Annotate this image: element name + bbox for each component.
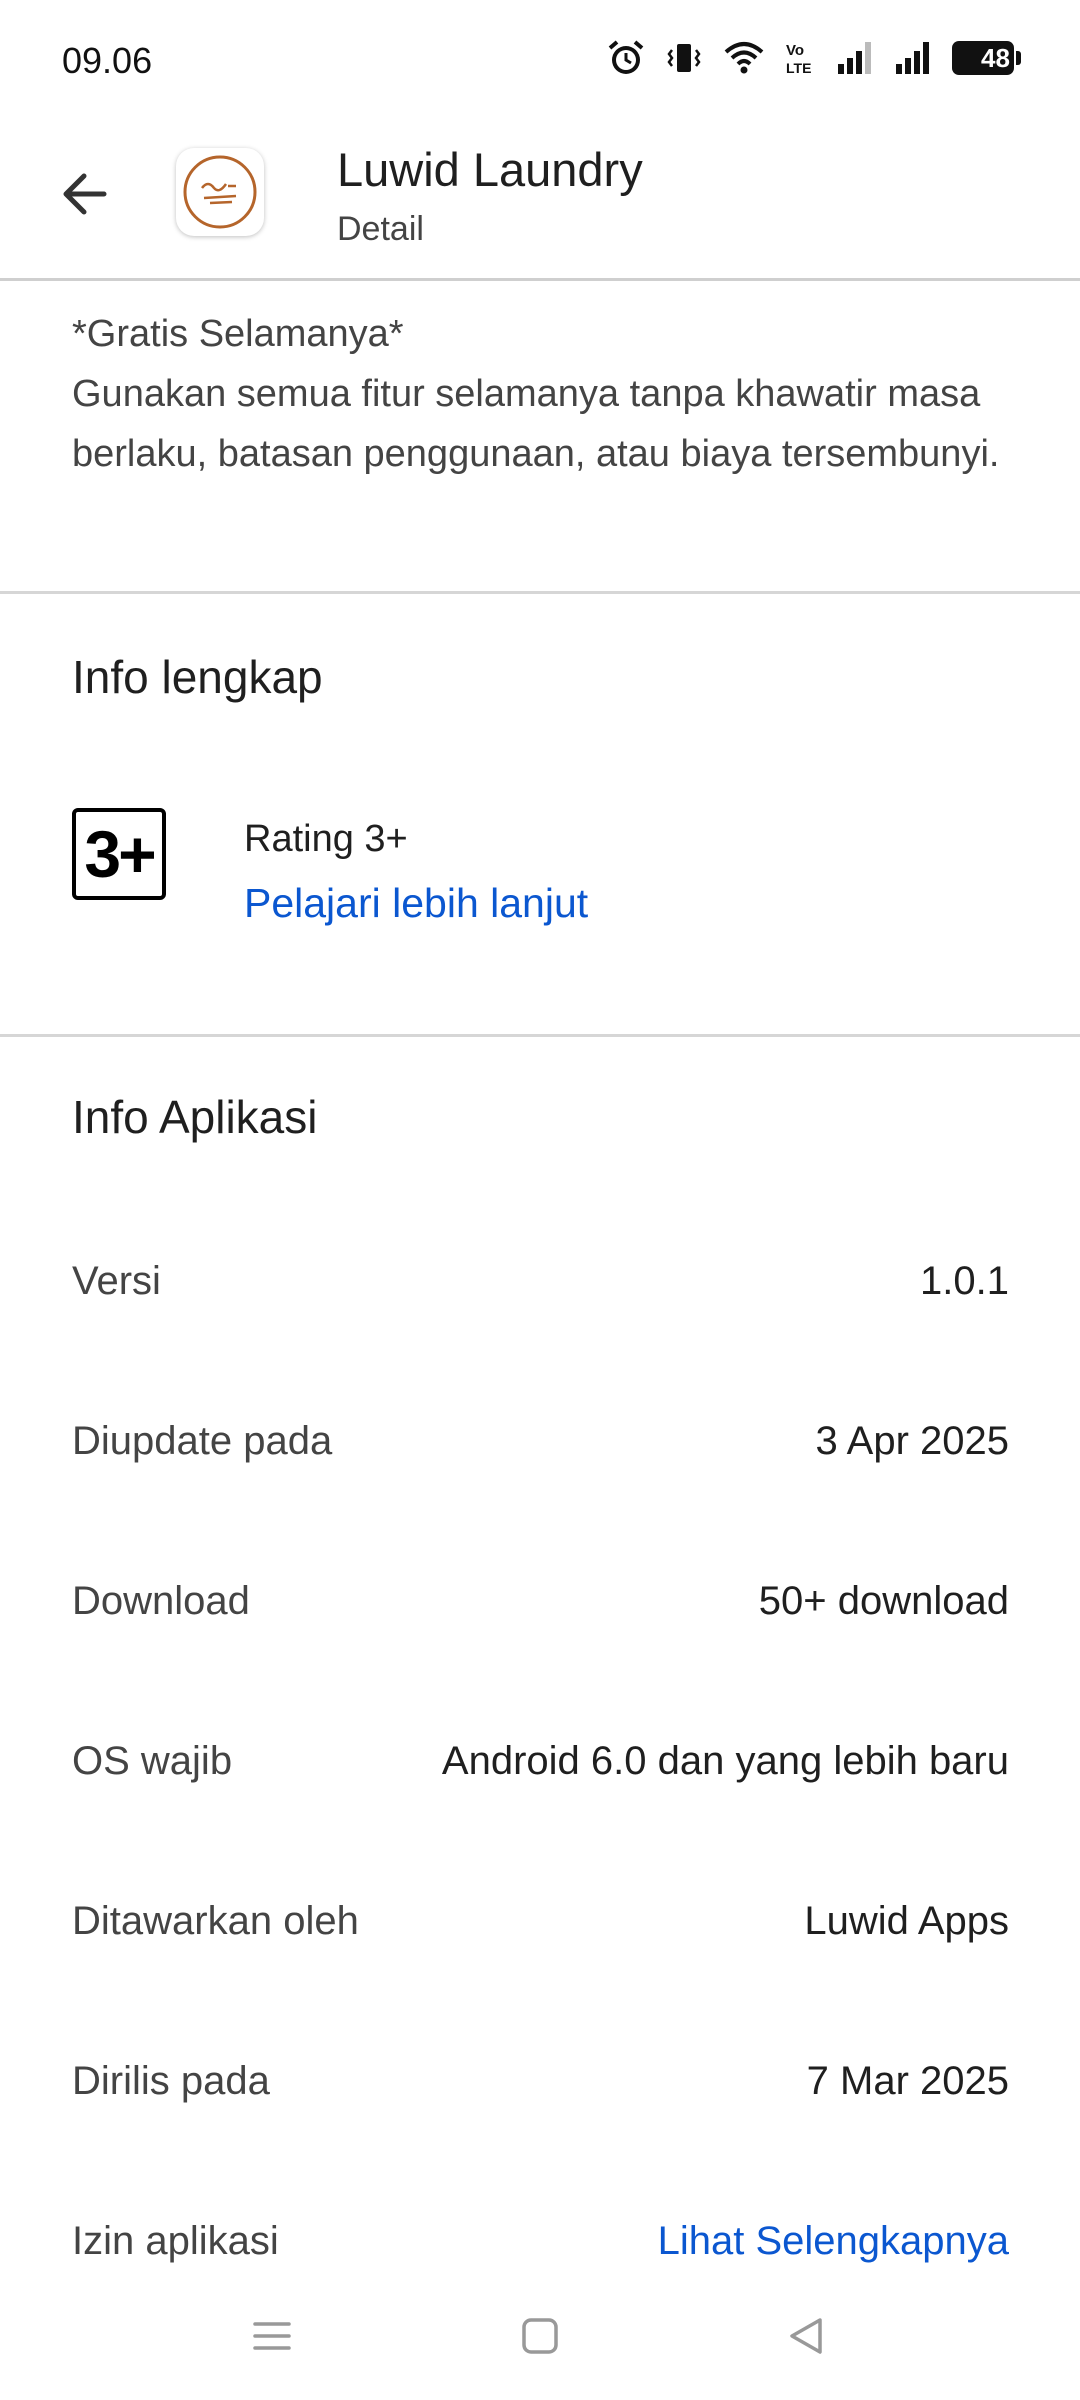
info-row-offered-by: Ditawarkan oleh Luwid Apps [72, 1891, 1009, 1951]
info-label: Versi [72, 1258, 161, 1303]
back-nav-button[interactable] [776, 2308, 836, 2364]
app-description: *Gratis Selamanya* Gunakan semua fitur s… [72, 304, 1032, 484]
signal-icon [894, 38, 934, 78]
info-value: 50+ download [758, 1578, 1009, 1623]
triangle-back-icon [790, 2318, 822, 2354]
status-bar: 09.06 Vo LTE 48 [0, 0, 1080, 120]
info-row-updated: Diupdate pada 3 Apr 2025 [72, 1411, 1009, 1471]
svg-text:Vo: Vo [786, 42, 804, 59]
section-title-app-info: Info Aplikasi [72, 1091, 318, 1143]
battery-level: 48 [981, 42, 1010, 73]
info-value: Android 6.0 dan yang lebih baru [441, 1738, 1009, 1783]
info-label: Dirilis pada [72, 2058, 270, 2103]
info-value: 1.0.1 [920, 1258, 1009, 1303]
info-label: Izin aplikasi [72, 2218, 279, 2263]
battery-icon: 48 [952, 41, 1021, 75]
section-title-full-info: Info lengkap [72, 651, 323, 703]
info-label: OS wajib [72, 1738, 233, 1783]
recent-apps-button[interactable] [242, 2308, 302, 2364]
alarm-icon [606, 38, 646, 78]
back-button[interactable] [52, 162, 116, 226]
info-value: Luwid Apps [804, 1898, 1009, 1943]
arrow-left-icon [63, 173, 107, 215]
info-label: Ditawarkan oleh [72, 1898, 359, 1943]
info-row-required-os: OS wajib Android 6.0 dan yang lebih baru [72, 1731, 1009, 1791]
vibrate-icon [664, 38, 704, 78]
info-value: 3 Apr 2025 [815, 1418, 1010, 1463]
info-value: 7 Mar 2025 [806, 2058, 1009, 2103]
app-name: Luwid Laundry [337, 143, 643, 196]
divider [0, 1034, 1080, 1037]
learn-more-link[interactable]: Pelajari lebih lanjut [244, 880, 588, 927]
svg-text:LTE: LTE [786, 60, 811, 76]
home-button[interactable] [510, 2308, 570, 2364]
app-header: Luwid Laundry Detail [0, 140, 1080, 281]
volte-icon: Vo LTE [784, 38, 818, 78]
content-rating-badge: 3+ [72, 808, 166, 900]
description-body: Gunakan semua fitur selamanya tanpa khaw… [72, 373, 1000, 475]
system-nav-bar [0, 2290, 1080, 2380]
info-label: Diupdate pada [72, 1418, 333, 1463]
square-icon [522, 2318, 558, 2354]
info-row-version: Versi 1.0.1 [72, 1251, 1009, 1311]
divider [0, 591, 1080, 594]
app-icon[interactable] [176, 148, 264, 236]
info-row-downloads: Download 50+ download [72, 1571, 1009, 1631]
laundry-logo-icon [183, 155, 257, 229]
info-label: Download [72, 1578, 250, 1623]
description-headline: *Gratis Selamanya* [72, 313, 404, 355]
see-more-permissions-link[interactable]: Lihat Selengkapnya [658, 2219, 1009, 2264]
page-subtitle: Detail [337, 210, 424, 248]
wifi-icon [722, 38, 766, 78]
menu-icon [253, 2322, 291, 2350]
signal-icon [836, 38, 876, 78]
rating-label: Rating 3+ [244, 818, 408, 860]
status-icons: Vo LTE 48 [606, 38, 1021, 78]
status-time: 09.06 [62, 40, 153, 81]
info-row-permissions: Izin aplikasi Lihat Selengkapnya [72, 2211, 1009, 2271]
info-row-released: Dirilis pada 7 Mar 2025 [72, 2051, 1009, 2111]
